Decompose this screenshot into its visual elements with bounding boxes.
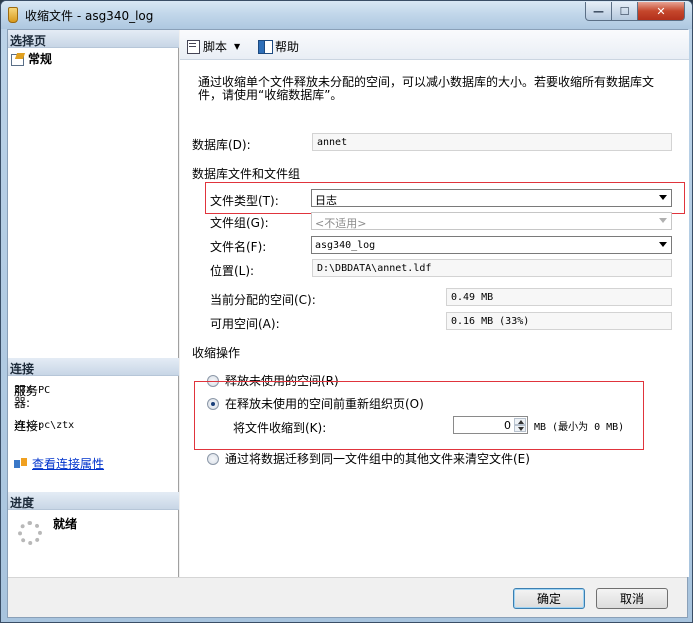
toolbar: 脚本 ▼ 帮助	[180, 30, 689, 60]
shrink-file-window: 收缩文件 - asg340_log — ☐ ✕ 选择页 常规 连接 服务器: Z…	[0, 0, 693, 623]
file-type-label: 文件类型(T):	[210, 194, 279, 208]
page-item-general[interactable]: 常规	[11, 50, 52, 67]
connection-properties-icon	[14, 457, 28, 470]
database-label: 数据库(D):	[192, 138, 251, 152]
reorganize-label: 在释放未使用的空间前重新组织页(O)	[225, 397, 424, 411]
connection-header: 连接	[8, 358, 179, 376]
page-item-label: 常规	[28, 52, 53, 66]
location-field: D:\DBDATA\annet.ldf	[312, 259, 672, 277]
allocated-space-label: 当前分配的空间(C):	[210, 293, 316, 307]
chevron-down-icon[interactable]	[659, 242, 667, 247]
filegroup-select[interactable]: <不适用>	[311, 212, 672, 230]
dialog-client: 选择页 常规 连接 服务器: ZTX-PC 连接: ztx-pc\ztx 查看连…	[7, 29, 689, 618]
empty-file-label: 通过将数据迁移到同一文件组中的其他文件来清空文件(E)	[225, 452, 530, 466]
filegroup-value: <不适用>	[315, 217, 367, 230]
filegroup-label: 文件组(G):	[210, 216, 269, 230]
chevron-down-icon[interactable]: ▼	[234, 42, 240, 51]
minimize-button[interactable]: —	[585, 2, 612, 21]
script-icon	[186, 40, 200, 54]
ok-button[interactable]: 确定	[513, 588, 585, 609]
progress-spinner-icon	[18, 521, 42, 545]
filename-label: 文件名(F):	[210, 240, 267, 254]
progress-header: 进度	[8, 492, 179, 510]
radio-empty-file[interactable]: 通过将数据迁移到同一文件组中的其他文件来清空文件(E)	[207, 450, 530, 467]
shrink-to-value: 0	[504, 419, 511, 432]
close-button[interactable]: ✕	[637, 2, 685, 21]
view-connection-label: 查看连接属性	[32, 457, 105, 471]
cancel-button[interactable]: 取消	[596, 588, 668, 609]
shrink-to-suffix: MB (最小为 0 MB)	[534, 422, 625, 433]
database-field: annet	[312, 133, 672, 151]
filename-value: asg340_log	[315, 240, 376, 251]
files-group-title: 数据库文件和文件组	[192, 167, 301, 181]
view-connection-properties-link[interactable]: 查看连接属性	[14, 455, 104, 472]
script-button[interactable]: 脚本 ▼	[186, 38, 240, 55]
progress-status: 就绪	[53, 517, 78, 531]
radio-reorganize-pages[interactable]: 在释放未使用的空间前重新组织页(O)	[207, 395, 424, 412]
shrink-to-stepper[interactable]: 0	[453, 416, 528, 434]
help-label: 帮助	[275, 40, 300, 54]
file-type-value: 日志	[315, 194, 337, 207]
left-panel: 选择页 常规 连接 服务器: ZTX-PC 连接: ztx-pc\ztx 查看连…	[8, 30, 179, 577]
chevron-down-icon[interactable]	[659, 195, 667, 200]
allocated-space-field: 0.49 MB	[446, 288, 672, 306]
description-text: 通过收缩单个文件释放未分配的空间，可以减小数据库的大小。若要收缩所有数据库文件，…	[198, 75, 655, 102]
select-page-header: 选择页	[8, 30, 179, 48]
connection-info: 连接: ztx-pc\ztx	[14, 420, 74, 432]
available-space-label: 可用空间(A):	[210, 317, 280, 331]
button-bar: 确定 取消	[8, 577, 687, 617]
shrink-to-label: 将文件收缩到(K):	[233, 421, 327, 435]
radio-indicator[interactable]	[207, 452, 219, 465]
help-icon	[258, 40, 273, 54]
script-label: 脚本	[203, 40, 228, 54]
highlight-shrink-options	[194, 381, 644, 450]
right-panel: 脚本 ▼ 帮助 通过收缩单个文件释放未分配的空间，可以减小数据库的大小。若要收缩…	[180, 30, 689, 577]
available-space-field: 0.16 MB (33%)	[446, 312, 672, 330]
stepper-down-icon[interactable]	[514, 425, 526, 432]
server-info: 服务器: ZTX-PC	[14, 385, 50, 409]
connection-label: 连接:	[14, 419, 43, 433]
shrink-action-title: 收缩操作	[192, 346, 241, 360]
database-icon	[8, 7, 18, 23]
general-page-icon	[11, 53, 25, 66]
help-button[interactable]: 帮助	[258, 38, 299, 55]
file-type-select[interactable]: 日志	[311, 189, 672, 207]
title-bar[interactable]: 收缩文件 - asg340_log — ☐ ✕	[1, 1, 692, 29]
filename-select[interactable]: asg340_log	[311, 236, 672, 254]
location-label: 位置(L):	[210, 264, 255, 278]
maximize-button[interactable]: ☐	[611, 2, 638, 21]
window-title: 收缩文件 - asg340_log	[25, 9, 154, 23]
server-label: 服务器:	[14, 384, 39, 410]
stepper-up-icon[interactable]	[514, 418, 526, 425]
chevron-down-icon[interactable]	[659, 218, 667, 223]
radio-indicator[interactable]	[207, 397, 219, 410]
